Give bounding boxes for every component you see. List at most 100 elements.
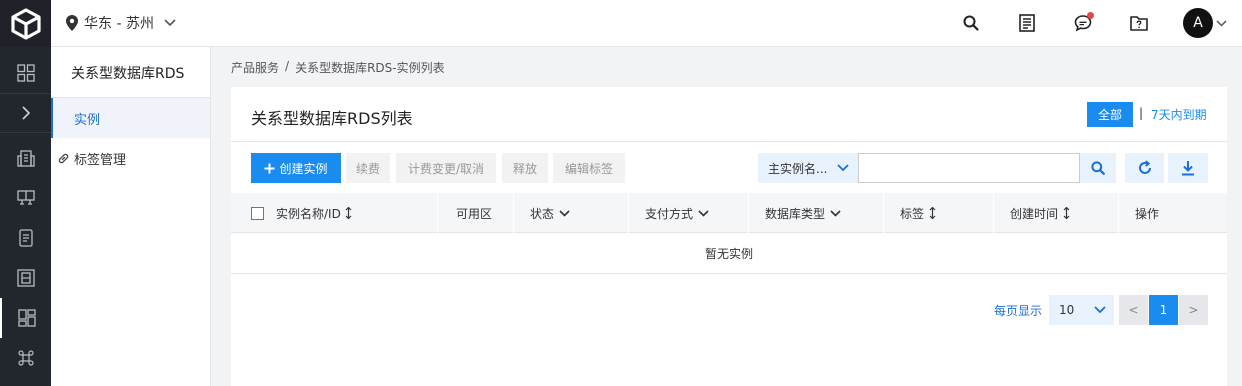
avatar[interactable]: A [1183, 8, 1213, 38]
next-page-button[interactable]: > [1179, 295, 1208, 325]
column-actions: 操作 [1119, 193, 1227, 233]
filter-separator: | [1139, 106, 1144, 120]
list-doc-icon [18, 229, 33, 247]
plus-icon [264, 163, 275, 173]
cube-logo-icon [10, 7, 41, 40]
sidebar-item-tag-management[interactable]: 标签管理 [51, 138, 210, 178]
sidebar-item-label: 实例 [74, 112, 101, 128]
notification-badge [1087, 12, 1094, 19]
empty-state: 暂无实例 [231, 233, 1227, 274]
link-icon [58, 153, 69, 163]
document-icon [1019, 14, 1035, 32]
rail-item-docs[interactable] [0, 218, 51, 258]
logo[interactable] [0, 0, 51, 47]
page-title: 关系型数据库RDS列表 [251, 109, 413, 128]
search-button[interactable] [960, 12, 982, 34]
page-size-select[interactable]: 10 [1049, 295, 1114, 325]
chevron-down-icon [830, 209, 841, 217]
instance-list-card: 关系型数据库RDS列表 全部 | 7天内到期 创建实例 续费 计费变更/取消 释… [231, 87, 1227, 386]
column-tags[interactable]: 标签 [884, 193, 994, 233]
search-icon [963, 15, 979, 31]
column-zone: 可用区 [438, 193, 514, 233]
chevron-down-icon [1094, 306, 1106, 314]
column-label: 创建时间 [1010, 206, 1059, 221]
folder-help-icon [1130, 16, 1148, 31]
rail-item-server[interactable] [0, 258, 51, 298]
monitor-icon [16, 190, 35, 205]
search-field-label: 主实例名... [768, 161, 828, 176]
message-button[interactable] [1072, 12, 1094, 34]
sort-icon [1063, 207, 1070, 219]
billing-change-button[interactable]: 计费变更/取消 [396, 153, 496, 183]
filter-expiring-7days-link[interactable]: 7天内到期 [1151, 106, 1207, 123]
edit-tags-button[interactable]: 编辑标签 [553, 153, 625, 183]
column-label: 标签 [900, 206, 925, 221]
page-1-button[interactable]: 1 [1149, 295, 1178, 325]
download-button[interactable] [1168, 153, 1208, 183]
chevron-down-icon [698, 209, 709, 217]
chevron-down-icon [559, 209, 570, 217]
account-menu-toggle[interactable] [1214, 12, 1228, 34]
create-instance-button[interactable]: 创建实例 [251, 153, 341, 183]
breadcrumb-separator: / [285, 59, 290, 73]
rail-item-command[interactable] [0, 338, 51, 378]
sort-icon [345, 207, 352, 219]
command-icon [17, 350, 34, 366]
select-all-checkbox[interactable] [251, 206, 264, 220]
refresh-button[interactable] [1125, 153, 1164, 183]
top-bar: 华东 - 苏州 A [0, 0, 1242, 47]
help-folder-button[interactable] [1128, 12, 1150, 34]
region-label: 华东 - 苏州 [84, 16, 154, 32]
column-name-id[interactable]: 实例名称/ID [231, 193, 438, 233]
location-pin-icon [66, 15, 78, 31]
breadcrumb: 产品服务 / 关系型数据库RDS-实例列表 [231, 59, 445, 76]
table-header: 实例名称/ID 可用区 状态 支付方式 数据库类型 标签 创建时间 操作 [231, 193, 1227, 233]
release-button[interactable]: 释放 [502, 153, 548, 183]
sort-icon [929, 207, 936, 219]
page-size-label: 每页显示 [994, 304, 1043, 318]
chevron-down-icon [164, 19, 176, 27]
divider [231, 141, 1227, 142]
search-input[interactable] [858, 153, 1080, 183]
column-label: 状态 [530, 206, 555, 221]
column-db-type[interactable]: 数据库类型 [749, 193, 884, 233]
column-created-time[interactable]: 创建时间 [994, 193, 1119, 233]
filter-all-button[interactable]: 全部 [1087, 102, 1133, 127]
column-label: 可用区 [456, 206, 493, 221]
server-icon [16, 269, 35, 287]
page-size-value: 10 [1059, 303, 1075, 317]
download-icon [1182, 161, 1194, 176]
region-selector[interactable]: 华东 - 苏州 [66, 13, 176, 33]
column-label: 数据库类型 [765, 206, 826, 221]
search-icon [1091, 161, 1105, 175]
column-label: 操作 [1135, 206, 1160, 221]
chevron-down-icon [1215, 19, 1227, 27]
sidebar-item-label: 标签管理 [74, 152, 127, 168]
breadcrumb-current: 关系型数据库RDS-实例列表 [295, 61, 445, 75]
breadcrumb-root[interactable]: 产品服务 [231, 59, 279, 76]
icon-rail [0, 47, 51, 386]
chevron-down-icon [837, 164, 850, 172]
product-title: 关系型数据库RDS [71, 66, 185, 82]
search-field-select[interactable]: 主实例名... [758, 153, 858, 183]
refresh-icon [1138, 160, 1151, 174]
prev-page-button[interactable]: < [1119, 295, 1148, 325]
rail-item-overview[interactable] [0, 53, 51, 93]
grid-icon [16, 64, 35, 82]
product-sidebar: 关系型数据库RDS 实例 标签管理 [51, 47, 211, 386]
rail-item-building[interactable] [0, 138, 51, 178]
document-button[interactable] [1016, 12, 1038, 34]
renew-button[interactable]: 续费 [346, 153, 390, 183]
rail-item-dashboard[interactable] [0, 298, 51, 338]
building-icon [16, 150, 35, 167]
column-label: 实例名称/ID [276, 206, 341, 221]
create-instance-label: 创建实例 [279, 161, 328, 176]
sidebar-item-instances[interactable]: 实例 [51, 98, 210, 138]
column-payment[interactable]: 支付方式 [629, 193, 749, 233]
search-submit-button[interactable] [1080, 153, 1116, 183]
chevron-right-icon [21, 106, 30, 120]
rail-item-monitor[interactable] [0, 178, 51, 218]
rail-expand-toggle[interactable] [0, 93, 51, 133]
dashboard-icon [17, 309, 36, 327]
column-status[interactable]: 状态 [514, 193, 629, 233]
